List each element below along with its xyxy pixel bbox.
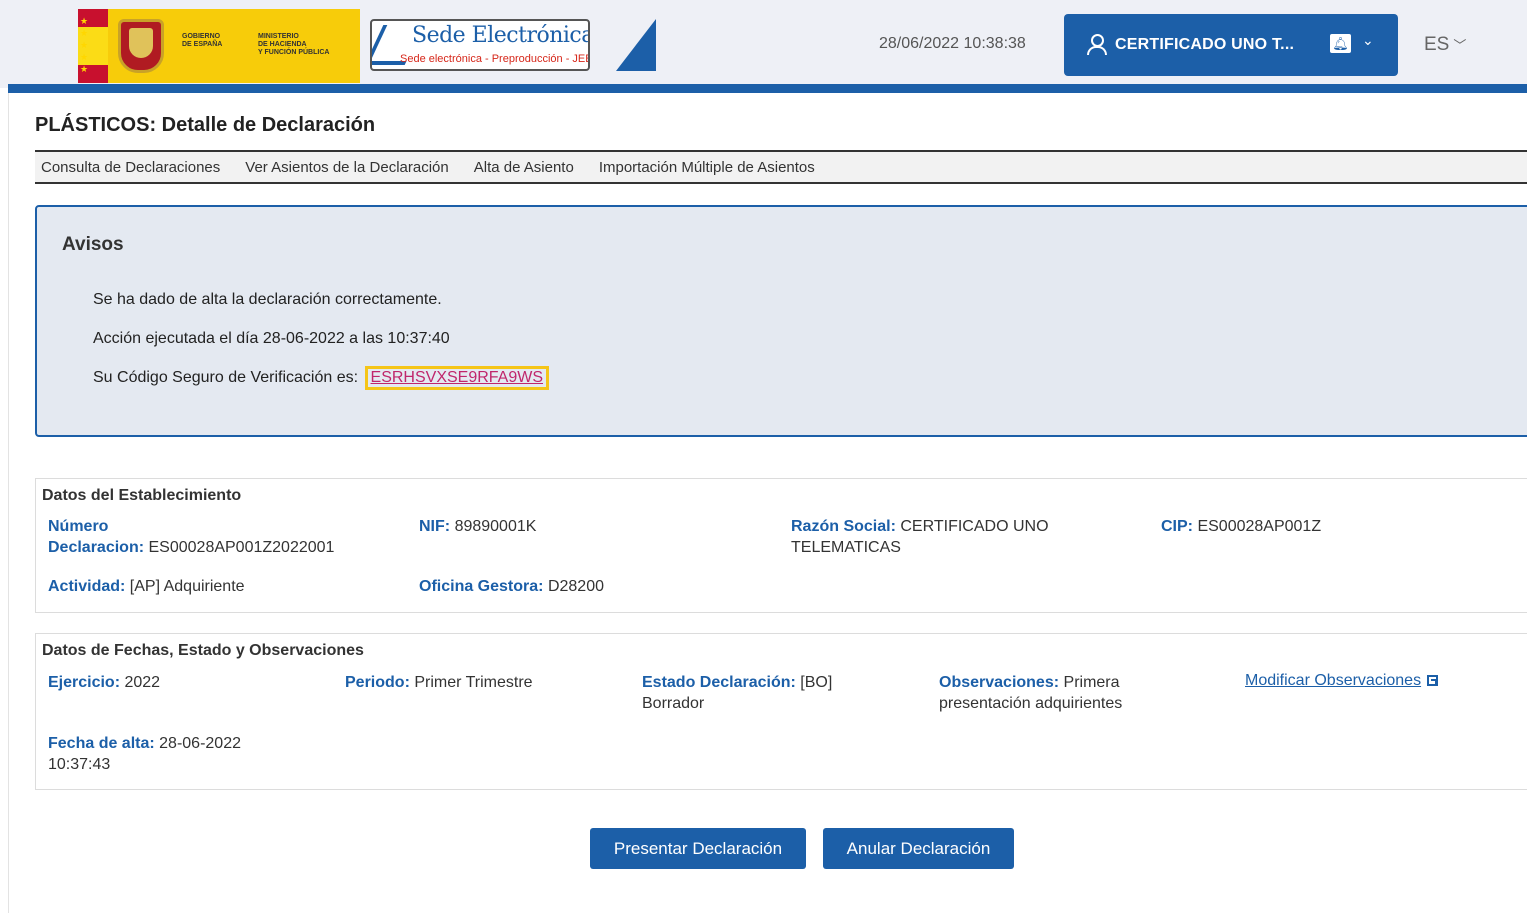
numero-label: Número (48, 518, 109, 535)
language-selector[interactable]: ES ﹀ (1424, 34, 1466, 56)
fecha-alta-value-2: 10:37:43 (48, 756, 111, 773)
actividad-label: Actividad: (48, 578, 126, 595)
actividad-field: Actividad: [AP] Adquiriente (48, 576, 245, 597)
left-border (8, 93, 9, 913)
actividad-value: [AP] Adquiriente (129, 578, 245, 595)
avisos-title: Avisos (62, 234, 124, 255)
page-title: PLÁSTICOS: Detalle de Declaración (35, 114, 376, 136)
fecha-alta-label: Fecha de alta: (48, 735, 155, 752)
periodo-value: Primer Trimestre (414, 674, 533, 691)
observaciones-label: Observaciones: (939, 674, 1060, 691)
nif-value: 89890001K (454, 518, 537, 535)
razon-social-field: Razón Social: CERTIFICADO UNO TELEMATICA… (791, 516, 1049, 558)
eu-stars-icon: ★ ★ ★ ★ ★ (80, 16, 89, 74)
csv-link[interactable]: ESRHSVXSE9RFA9WS (364, 366, 550, 390)
site-header: ★ ★ ★ ★ ★ GOBIERNO DE ESPAÑA MINISTERIO DE H… (0, 0, 1527, 88)
chevron-down-icon: ⌄ (1362, 32, 1374, 48)
ejercicio-field: Ejercicio: 2022 (48, 672, 160, 693)
oficina-gestora-field: Oficina Gestora: D28200 (419, 576, 604, 597)
user-icon (1086, 34, 1107, 55)
nif-label: NIF: (419, 518, 451, 535)
coat-of-arms-icon (118, 19, 164, 73)
aviso-csv-line: Su Código Seguro de Verificación es: ESR… (93, 366, 550, 390)
gobierno-text: GOBIERNO DE ESPAÑA (182, 33, 223, 48)
tab-ver-asientos[interactable]: Ver Asientos de la Declaración (245, 159, 448, 176)
csv-prefix: Su Código Seguro de Verificación es: (93, 369, 359, 386)
fecha-alta-field: Fecha de alta: 28-06-2022 10:37:43 (48, 733, 241, 775)
numero-declaracion-field: Número Declaracion: ES00028AP001Z2022001 (48, 516, 334, 558)
nif-field: NIF: 89890001K (419, 516, 536, 537)
estado-value-2: Borrador (642, 695, 705, 712)
numero-value: ES00028AP001Z2022001 (148, 539, 335, 556)
anular-declaracion-button[interactable]: Anular Declaración (823, 828, 1014, 869)
tab-importacion-multiple[interactable]: Importación Múltiple de Asientos (599, 159, 815, 176)
user-menu-button[interactable]: CERTIFICADO UNO T... 🔔︎ ⌄ (1064, 14, 1398, 76)
tab-consulta-declaraciones[interactable]: Consulta de Declaraciones (41, 159, 220, 176)
observaciones-value-1: Primera (1063, 674, 1120, 691)
estado-field: Estado Declaración: [BO] Borrador (642, 672, 832, 714)
header-divider (8, 84, 1527, 93)
language-code: ES (1424, 34, 1450, 55)
fecha-alta-value-1: 28-06-2022 (159, 735, 241, 752)
sede-env-label: Sede electrónica - Preproducción - JEE (400, 53, 590, 65)
establecimiento-section: Datos del Establecimiento Número Declara… (35, 478, 1527, 613)
tab-bar: Consulta de Declaraciones Ver Asientos d… (35, 150, 1527, 184)
oficina-gestora-label: Oficina Gestora: (419, 578, 544, 595)
presentar-declaracion-button[interactable]: Presentar Declaración (590, 828, 806, 869)
external-link-icon (1427, 675, 1439, 686)
ministerio-text: MINISTERIO DE HACIENDA Y FUNCIÓN PÚBLICA (258, 33, 330, 56)
razon-social-value-2: TELEMATICAS (791, 539, 901, 556)
modificar-observaciones-label: Modificar Observaciones (1245, 672, 1422, 689)
estado-value-1: [BO] (800, 674, 833, 691)
agencia-tributaria-logo (588, 19, 656, 71)
gobierno-logo[interactable]: ★ ★ ★ ★ ★ GOBIERNO DE ESPAÑA MINISTERIO DE H… (78, 9, 360, 83)
aviso-accion-message: Acción ejecutada el día 28-06-2022 a las… (93, 330, 450, 347)
estado-label: Estado Declaración: (642, 674, 796, 691)
sede-title: Sede Electrónica (412, 23, 590, 48)
periodo-field: Periodo: Primer Trimestre (345, 672, 533, 693)
aeat-triangle-icon (616, 19, 656, 71)
observaciones-value-2: presentación adquirientes (939, 695, 1123, 712)
cip-label: CIP: (1161, 518, 1193, 535)
tab-alta-asiento[interactable]: Alta de Asiento (474, 159, 574, 176)
chevron-down-icon: ﹀ (1453, 38, 1467, 53)
cip-value: ES00028AP001Z (1197, 518, 1322, 535)
razon-social-value-1: CERTIFICADO UNO (900, 518, 1049, 535)
fechas-title: Datos de Fechas, Estado y Observaciones (42, 642, 364, 659)
fechas-section: Datos de Fechas, Estado y Observaciones … (35, 633, 1527, 790)
avisos-panel: Avisos Se ha dado de alta la declaración… (35, 205, 1527, 437)
declaracion-label: Declaracion: (48, 539, 145, 556)
session-datetime: 28/06/2022 10:38:38 (879, 35, 1026, 52)
ejercicio-value: 2022 (124, 674, 161, 691)
oficina-gestora-value: D28200 (547, 578, 604, 595)
establecimiento-title: Datos del Establecimiento (42, 487, 242, 504)
cip-field: CIP: ES00028AP001Z (1161, 516, 1321, 537)
modificar-observaciones-link[interactable]: Modificar Observaciones (1245, 672, 1439, 690)
periodo-label: Periodo: (345, 674, 410, 691)
razon-social-label: Razón Social: (791, 518, 896, 535)
sede-electronica-logo[interactable]: Sede Electrónica Sede electrónica - Prep… (370, 19, 590, 71)
aviso-alta-message: Se ha dado de alta la declaración correc… (93, 291, 442, 308)
notification-bell-icon[interactable]: 🔔︎ (1330, 34, 1351, 53)
ejercicio-label: Ejercicio: (48, 674, 121, 691)
user-name: CERTIFICADO UNO T... (1115, 36, 1295, 53)
observaciones-field: Observaciones: Primera presentación adqu… (939, 672, 1122, 714)
